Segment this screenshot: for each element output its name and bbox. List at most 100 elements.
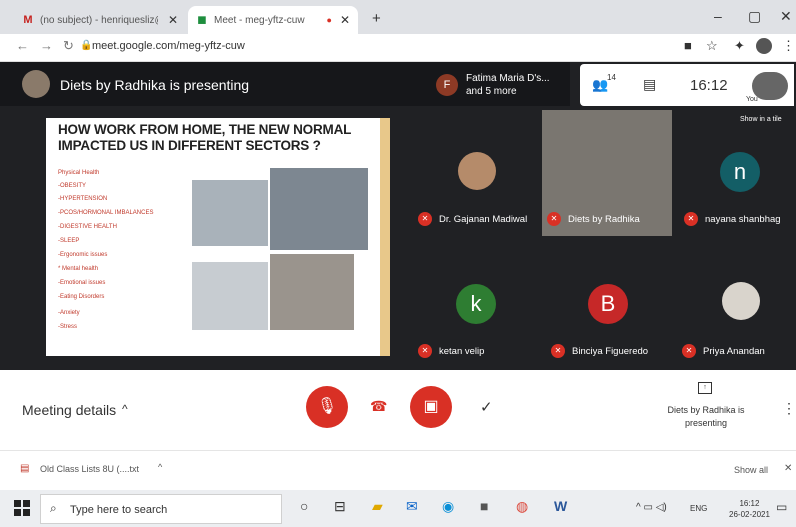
check-icon[interactable]: ✓	[480, 398, 493, 416]
show-all-button[interactable]: Show all	[734, 465, 768, 475]
slide-item: -DIGESTIVE HEALTH	[58, 224, 117, 230]
close-tab-icon[interactable]: ✕	[340, 13, 350, 27]
clock-date: 26-02-2021	[729, 510, 770, 519]
slide-photo	[192, 180, 268, 246]
participant-name: ketan velip	[439, 345, 485, 357]
participant-tile[interactable]: ✕ ketan velip	[418, 344, 484, 358]
taskbar-clock[interactable]: 16:12 26-02-2021	[729, 498, 770, 520]
participant-more: and 5 more	[466, 86, 517, 97]
mic-off-icon: ✕	[418, 212, 432, 226]
presenting-status[interactable]: Diets by Radhika is presenting	[664, 404, 748, 430]
gmail-icon: M	[23, 14, 33, 26]
meeting-details-button[interactable]: Meeting details	[22, 402, 116, 418]
participant-avatar: B	[588, 284, 628, 324]
slide-item: -Eating Disorders	[58, 294, 105, 300]
present-icon[interactable]: ↑	[698, 382, 712, 394]
language-indicator[interactable]: ENG	[690, 504, 707, 513]
download-item[interactable]: Old Class Lists 8U (....txt	[40, 464, 139, 474]
slide-item: Physical Health	[58, 170, 100, 176]
edge-icon[interactable]: ◉	[442, 498, 454, 515]
chevron-up-icon[interactable]: ^	[122, 402, 128, 416]
mic-off-icon: ✕	[551, 344, 565, 358]
recording-dot-icon: ●	[326, 15, 332, 25]
slide-item: -SLEEP	[58, 238, 80, 244]
url-field[interactable]: meet.google.com/meg-yftz-cuw	[92, 40, 245, 52]
mail-icon[interactable]: ✉	[406, 498, 418, 515]
reload-icon[interactable]: ↻	[63, 38, 74, 54]
profile-avatar[interactable]	[756, 38, 772, 54]
people-icon[interactable]: 👥	[592, 77, 608, 93]
participant-name: Binciya Figueredo	[572, 345, 649, 357]
participant-name: Fatima Maria D's...	[466, 73, 550, 84]
camera-toggle-button[interactable]: ▣	[410, 386, 452, 428]
show-in-tile-button[interactable]: Show in a tile	[740, 116, 782, 123]
back-icon[interactable]: ←	[16, 38, 29, 53]
people-count: 14	[607, 73, 616, 82]
word-icon[interactable]: W	[554, 498, 567, 514]
chrome-icon[interactable]: ◍	[516, 498, 528, 515]
search-placeholder: Type here to search	[70, 504, 168, 516]
system-tray-icons[interactable]: ^ ▭ ◁)	[636, 502, 667, 513]
notification-icon[interactable]: ▭	[776, 500, 787, 514]
chevron-up-icon[interactable]: ^	[158, 462, 162, 472]
slide-title: HOW WORK FROM HOME, THE NEW NORMAL IMPAC…	[58, 122, 351, 153]
search-icon: ⌕	[50, 501, 57, 515]
new-tab-icon[interactable]: +	[372, 10, 381, 27]
minimize-icon[interactable]: –	[714, 8, 722, 24]
chat-icon[interactable]: ▤	[643, 76, 656, 93]
meet-icon: ◼	[197, 14, 207, 26]
mic-off-icon: ✕	[418, 344, 432, 358]
star-icon[interactable]: ☆	[706, 38, 718, 54]
slide-item: -Emotional issues	[58, 280, 106, 286]
tab-meet[interactable]: ◼ Meet - meg-yftz-cuw ● ✕	[188, 6, 358, 34]
participant-tile[interactable]: ✕ Dr. Gajanan Madiwal	[418, 212, 527, 226]
slide-photo	[192, 262, 268, 330]
camera-icon[interactable]: ■	[684, 38, 692, 53]
menu-icon[interactable]: ⋮	[782, 38, 795, 54]
slide-item: -OBESITY	[58, 183, 87, 189]
participant-name: Priya Anandan	[703, 345, 765, 357]
meeting-clock: 16:12	[690, 77, 728, 94]
slide-photo	[270, 254, 354, 330]
slide-item: * Mental health	[58, 266, 99, 272]
participant-tile[interactable]: ✕ Priya Anandan	[682, 344, 765, 358]
mic-off-icon: ✕	[547, 212, 561, 226]
close-window-icon[interactable]: ✕	[780, 8, 792, 25]
file-explorer-icon[interactable]: ▰	[372, 498, 383, 515]
tab-label: (no subject) - henriquesliz@gmai	[40, 14, 158, 26]
cortana-icon[interactable]: ○	[300, 498, 308, 514]
participant-avatar: k	[456, 284, 496, 324]
presenter-avatar	[22, 70, 50, 98]
file-icon: ▤	[20, 463, 30, 474]
slide-photo	[270, 168, 368, 250]
task-view-icon[interactable]: ⊟	[334, 498, 346, 515]
participant-name: Dr. Gajanan Madiwal	[439, 213, 528, 225]
mic-toggle-button[interactable]: 🎙	[306, 386, 348, 428]
participants-preview[interactable]: Fatima Maria D's... and 5 more	[466, 72, 550, 98]
store-icon[interactable]: ■	[480, 498, 488, 514]
mic-off-icon: ✕	[684, 212, 698, 226]
slide-item: -Anxiety	[58, 310, 80, 316]
you-label: You	[746, 96, 758, 103]
participant-name: Diets by Radhika	[568, 213, 640, 225]
participant-avatar	[722, 282, 760, 320]
slide-item: -HYPERTENSION	[58, 196, 108, 202]
presenting-text: Diets by Radhika is presenting	[60, 77, 250, 93]
tab-gmail[interactable]: M (no subject) - henriquesliz@gmai ✕	[14, 6, 186, 34]
lock-icon: 🔒	[80, 40, 93, 51]
participant-tile[interactable]: ✕ nayana shanbhag	[684, 212, 781, 226]
close-tab-icon[interactable]: ✕	[168, 13, 178, 27]
participant-tile[interactable]: ✕ Binciya Figueredo	[551, 344, 648, 358]
participant-tile[interactable]: ✕ Diets by Radhika	[547, 212, 640, 226]
close-icon[interactable]: ✕	[784, 463, 792, 474]
participant-avatar: n	[720, 152, 760, 192]
extensions-icon[interactable]: ✦	[734, 38, 745, 54]
maximize-icon[interactable]: ▢	[748, 8, 761, 25]
forward-icon[interactable]: →	[40, 38, 53, 53]
more-options-icon[interactable]: ⋮	[782, 400, 796, 417]
windows-start-icon[interactable]	[14, 500, 30, 516]
hang-up-icon[interactable]: ☎	[370, 398, 387, 415]
mic-off-icon: ✕	[682, 344, 696, 358]
participant-avatar	[458, 152, 496, 190]
slide-item: -Ergonomic issues	[58, 252, 108, 258]
